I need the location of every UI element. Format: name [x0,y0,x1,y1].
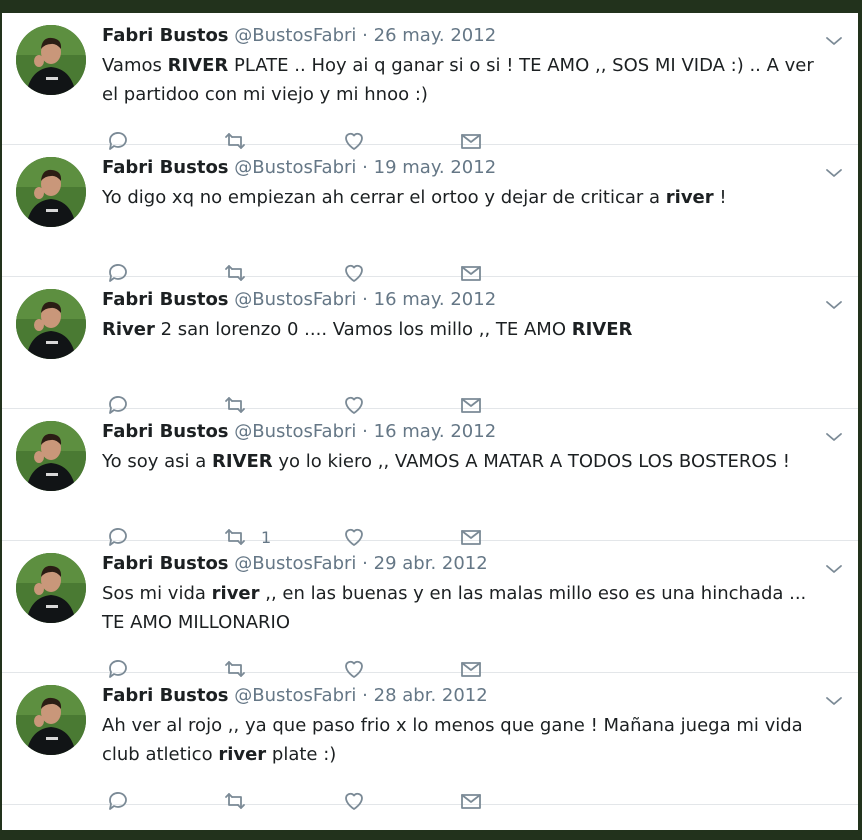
chevron-down-icon[interactable] [822,29,842,49]
author-handle[interactable]: @BustosFabri [234,421,356,442]
retweet-button[interactable] [223,788,261,814]
tweet-text: Ah ver al rojo ,, ya que paso frio x lo … [102,711,830,769]
tweet-text-segment: 2 san lorenzo 0 .... Vamos los millo ,, … [154,319,572,340]
avatar[interactable] [16,421,86,491]
tweet-header: Fabri Bustos @BustosFabri · 19 may. 2012 [102,155,496,181]
keyword-highlight: RIVER [571,319,633,340]
keyword-highlight: river [211,583,260,604]
keyword-highlight: river [665,187,714,208]
tweet-text-segment: Vamos [102,55,168,76]
tweet-text-segment: yo lo kiero ,, VAMOS A MATAR A TODOS LOS… [272,451,790,472]
tweet-text-segment: Ah ver al rojo ,, ya que paso frio x lo … [102,715,803,765]
author-name[interactable]: Fabri Bustos [102,289,229,310]
tweet-actions [106,788,506,814]
separator-dot: · [362,157,368,178]
author-handle[interactable]: @BustosFabri [234,289,356,310]
chevron-down-icon[interactable] [822,689,842,709]
like-button[interactable] [342,788,366,814]
tweet-date[interactable]: 16 may. 2012 [374,421,497,442]
separator-dot: · [362,553,368,574]
tweet[interactable]: Fabri Bustos @BustosFabri · 16 may. 2012… [2,409,858,547]
tweet-text: Vamos RIVER PLATE .. Hoy ai q ganar si o… [102,51,830,109]
chevron-down-icon[interactable] [822,425,842,445]
keyword-highlight: RIVER [167,55,229,76]
tweet-text-segment: plate :) [266,744,337,765]
avatar[interactable] [16,289,86,359]
tweet-text: River 2 san lorenzo 0 .... Vamos los mil… [102,315,830,344]
keyword-highlight: river [218,744,267,765]
tweet-text-segment: Yo soy asi a [102,451,212,472]
tweet-text-segment: ! [713,187,727,208]
separator-dot: · [362,25,368,46]
retweet-icon [223,789,247,813]
keyword-highlight: River [102,319,155,340]
author-name[interactable]: Fabri Bustos [102,157,229,178]
tweet-date[interactable]: 16 may. 2012 [374,289,497,310]
avatar[interactable] [16,157,86,227]
separator-dot: · [362,685,368,706]
tweet-date[interactable]: 19 may. 2012 [374,157,497,178]
reply-icon [106,789,130,813]
author-handle[interactable]: @BustosFabri [234,685,356,706]
tweet[interactable]: Fabri Bustos @BustosFabri · 16 may. 2012… [2,277,858,414]
author-handle[interactable]: @BustosFabri [234,157,356,178]
chevron-down-icon[interactable] [822,293,842,313]
author-handle[interactable]: @BustosFabri [234,553,356,574]
tweet-text-segment: Yo digo xq no empiezan ah cerrar el orto… [102,187,666,208]
tweet-header: Fabri Bustos @BustosFabri · 29 abr. 2012 [102,551,488,577]
chevron-down-icon[interactable] [822,161,842,181]
author-handle[interactable]: @BustosFabri [234,25,356,46]
tweet-text: Sos mi vida river ,, en las buenas y en … [102,579,830,637]
tweet[interactable]: Fabri Bustos @BustosFabri · 28 abr. 2012… [2,673,858,810]
heart-icon [342,789,366,813]
tweet[interactable]: Fabri Bustos @BustosFabri · 29 abr. 2012… [2,541,858,678]
author-name[interactable]: Fabri Bustos [102,553,229,574]
separator-dot: · [362,421,368,442]
tweet[interactable]: Fabri Bustos @BustosFabri · 26 may. 2012… [2,13,858,150]
tweet-header: Fabri Bustos @BustosFabri · 28 abr. 2012 [102,683,488,709]
author-name[interactable]: Fabri Bustos [102,421,229,442]
avatar[interactable] [16,25,86,95]
avatar[interactable] [16,553,86,623]
tweet-header: Fabri Bustos @BustosFabri · 26 may. 2012 [102,23,496,49]
tweet-date[interactable]: 29 abr. 2012 [374,553,488,574]
tweet-text-segment: Sos mi vida [102,583,212,604]
chevron-down-icon[interactable] [822,557,842,577]
tweet-text: Yo digo xq no empiezan ah cerrar el orto… [102,183,830,212]
direct-message-button[interactable] [459,788,483,814]
author-name[interactable]: Fabri Bustos [102,25,229,46]
separator-dot: · [362,289,368,310]
tweet-header: Fabri Bustos @BustosFabri · 16 may. 2012 [102,287,496,313]
reply-button[interactable] [106,788,130,814]
tweet-timeline: Fabri Bustos @BustosFabri · 26 may. 2012… [2,13,858,830]
avatar[interactable] [16,685,86,755]
tweet-text: Yo soy asi a RIVER yo lo kiero ,, VAMOS … [102,447,830,476]
author-name[interactable]: Fabri Bustos [102,685,229,706]
tweet[interactable]: Fabri Bustos @BustosFabri · 19 may. 2012… [2,145,858,282]
envelope-icon [459,789,483,813]
tweet-date[interactable]: 26 may. 2012 [374,25,497,46]
tweet-date[interactable]: 28 abr. 2012 [374,685,488,706]
keyword-highlight: RIVER [212,451,273,472]
tweet-header: Fabri Bustos @BustosFabri · 16 may. 2012 [102,419,496,445]
